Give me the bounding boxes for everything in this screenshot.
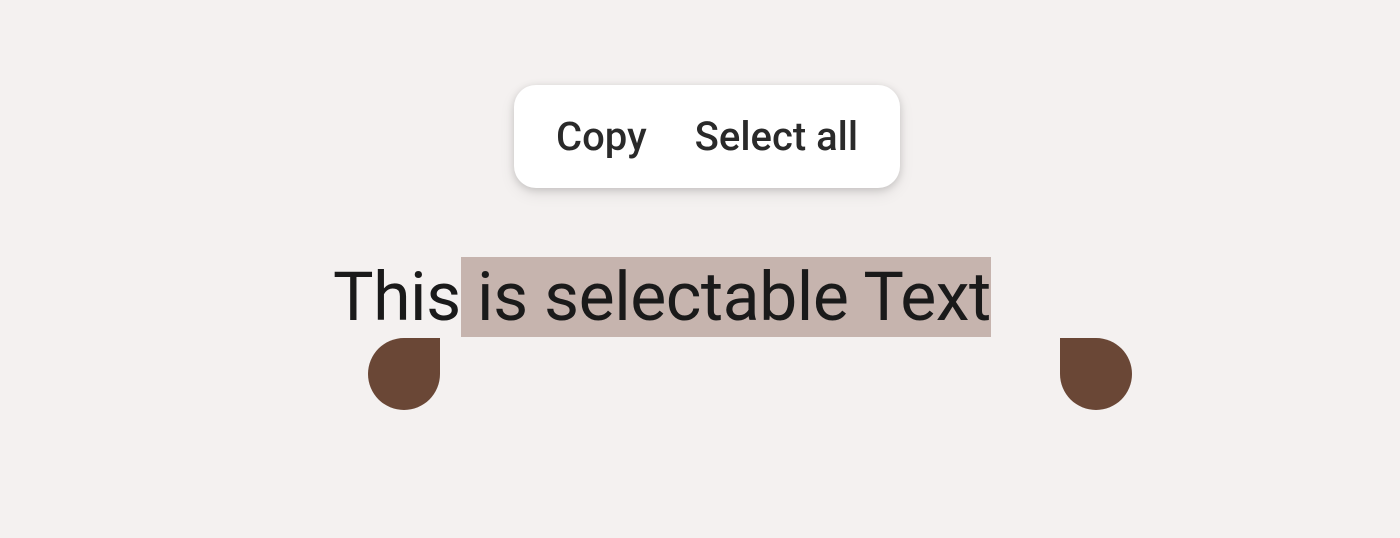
select-all-button[interactable]: Select all — [695, 113, 858, 160]
selection-handle-start[interactable] — [368, 338, 440, 410]
copy-button[interactable]: Copy — [556, 113, 647, 160]
selectable-text[interactable]: This is selectable Text — [333, 263, 991, 331]
text-selection-context-menu: Copy Select all — [514, 85, 900, 188]
selection-handle-end[interactable] — [1060, 338, 1132, 410]
selected-text-range: is selectable Text — [461, 257, 991, 337]
unselected-prefix: This — [333, 257, 461, 337]
